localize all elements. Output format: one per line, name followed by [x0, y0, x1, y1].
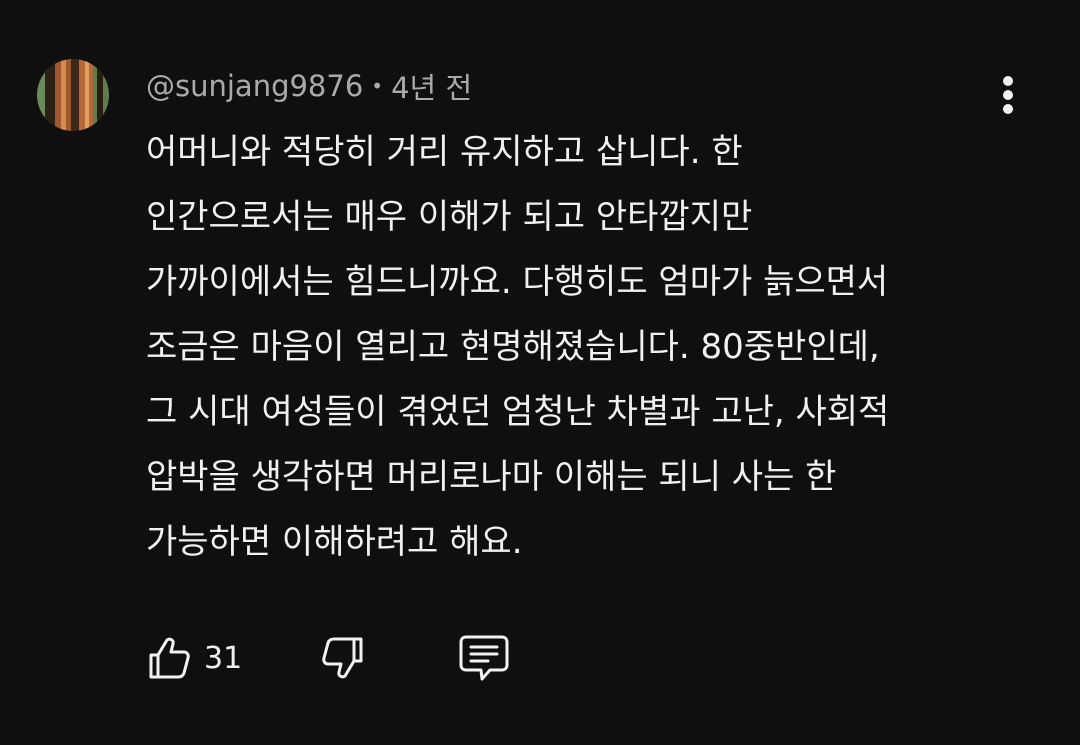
comment-actions: 31 — [142, 630, 512, 686]
comment-timestamp[interactable]: 4년 전 — [391, 65, 472, 107]
comment-icon — [459, 635, 509, 681]
more-options-button[interactable] — [988, 70, 1028, 120]
meta-separator: • — [371, 74, 384, 98]
thumbs-up-icon — [149, 637, 190, 679]
reply-button[interactable] — [456, 630, 512, 686]
avatar-image — [37, 59, 109, 131]
more-vertical-icon — [1003, 76, 1013, 114]
dislike-button[interactable] — [314, 630, 370, 686]
comment-author[interactable]: @sunjang9876 — [146, 69, 363, 103]
avatar[interactable] — [37, 59, 109, 131]
like-button[interactable] — [142, 630, 198, 686]
comment-meta: @sunjang9876 • 4년 전 — [146, 66, 472, 106]
thumbs-down-icon — [322, 637, 363, 679]
comment-text: 어머니와 적당히 거리 유지하고 삽니다. 한 인간으로서는 매우 이해가 되고… — [146, 132, 890, 562]
like-count: 31 — [204, 640, 243, 676]
